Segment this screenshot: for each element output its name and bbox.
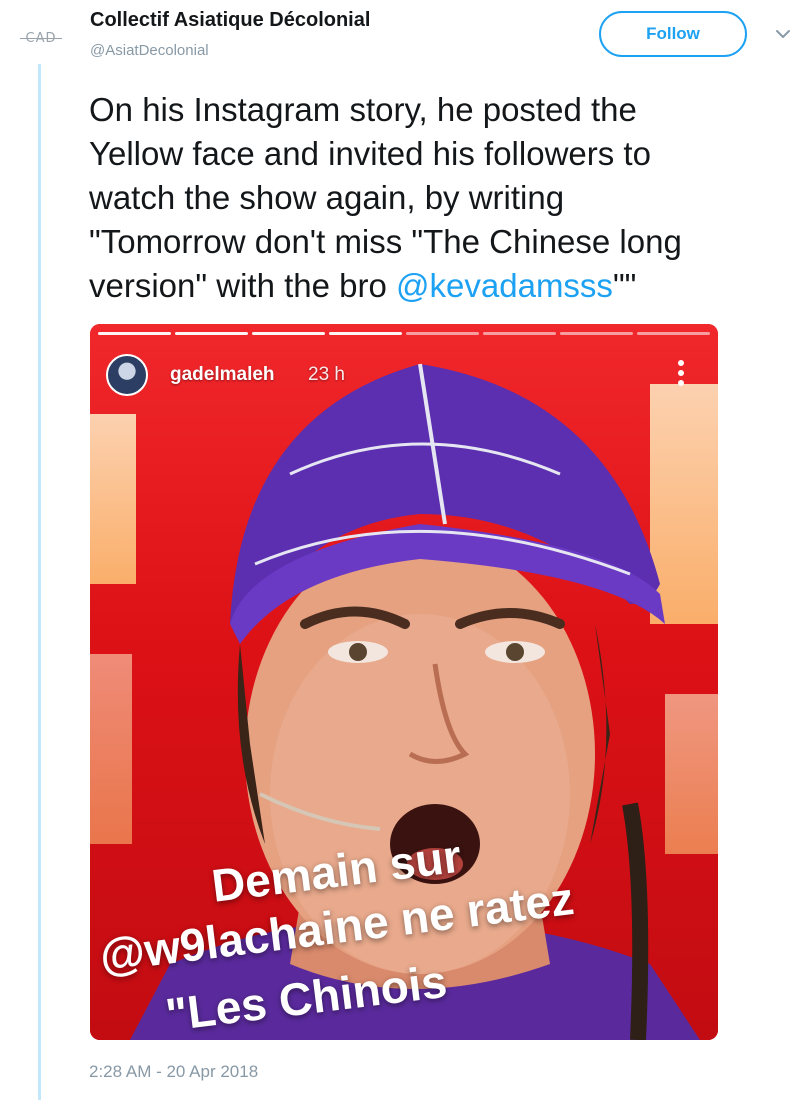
story-progress-bar	[98, 332, 710, 335]
story-username: gadelmaleh	[170, 364, 275, 385]
account-avatar[interactable]: CAD	[14, 26, 68, 50]
tweet-line-trailing: ""	[612, 267, 637, 304]
story-progress-segment	[175, 332, 248, 335]
story-progress-segment	[98, 332, 171, 335]
account-handle[interactable]: @AsiatDecolonial	[90, 42, 209, 59]
story-progress-segment	[252, 332, 325, 335]
story-progress-segment	[637, 332, 710, 335]
thread-line	[38, 64, 41, 1100]
person-photo	[130, 363, 700, 1040]
tweet-media-image[interactable]: gadelmaleh 23 h Demain sur @w9lachaine n…	[90, 324, 718, 1040]
tweet-line: version" with the bro	[89, 267, 397, 304]
tweet-line-last: version" with the bro @kevadamsss""	[89, 264, 793, 308]
tweet-line: On his Instagram story, he posted the	[89, 91, 637, 128]
story-progress-segment	[483, 332, 556, 335]
story-avatar	[106, 354, 148, 396]
tweet-text: On his Instagram story, he posted the Ye…	[89, 88, 793, 308]
tweet-timestamp[interactable]: 2:28 AM - 20 Apr 2018	[89, 1062, 258, 1082]
tweet-line: Yellow face and invited his followers to	[89, 135, 651, 172]
more-vertical-icon	[678, 360, 684, 386]
chevron-down-icon[interactable]	[773, 26, 793, 42]
mention-link[interactable]: @kevadamsss	[396, 267, 613, 304]
story-progress-segment	[406, 332, 479, 335]
avatar-text: CAD	[19, 30, 63, 46]
tweet-line: watch the show again, by writing	[89, 179, 565, 216]
story-progress-segment	[560, 332, 633, 335]
follow-button[interactable]: Follow	[599, 11, 747, 57]
story-age: 23 h	[308, 364, 345, 385]
account-display-name[interactable]: Collectif Asiatique Décolonial	[90, 9, 370, 32]
tweet-line: "Tomorrow don't miss "The Chinese long	[89, 223, 682, 260]
story-progress-segment	[329, 332, 402, 335]
